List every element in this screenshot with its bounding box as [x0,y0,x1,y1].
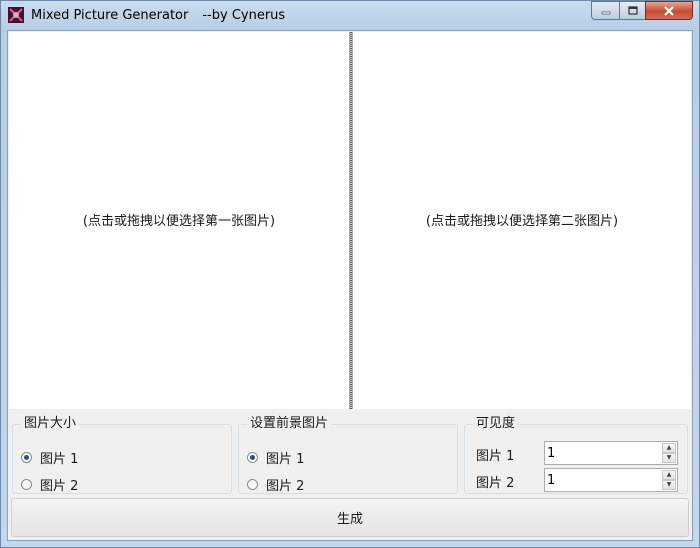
visibility-2-up-button[interactable]: ▲ [662,470,676,480]
maximize-icon [627,6,638,15]
window-title-author: --by Cynerus [202,8,286,23]
second-picture-hint: (点击或拖拽以便选择第二张图片) [425,213,619,229]
minimize-icon [601,11,610,14]
first-picture-hint: (点击或拖拽以便选择第一张图片) [82,213,276,229]
visibility-2-spinbox[interactable]: ▲ ▼ [544,468,678,492]
foreground-option-1-label: 图片 1 [266,452,305,467]
client-area: (点击或拖拽以便选择第一张图片) (点击或拖拽以便选择第二张图片) 图片大小 图… [7,30,693,541]
size-option-2-radio[interactable] [21,479,32,490]
visibility-1-up-button[interactable]: ▲ [662,443,676,453]
close-button[interactable] [645,1,693,20]
minimize-button[interactable] [591,1,619,20]
visibility-1-spinbox[interactable]: ▲ ▼ [544,441,678,465]
foreground-option-2[interactable]: 图片 2 [247,475,304,494]
foreground-option-2-label: 图片 2 [266,479,305,494]
foreground-option-2-radio[interactable] [247,479,258,490]
app-window: Mixed Picture Generator --by Cynerus (点击或… [0,0,700,548]
visibility-label-2: 图片 2 [476,476,515,491]
visibility-group-title: 可见度 [473,416,519,432]
visibility-2-down-button[interactable]: ▼ [662,480,676,490]
generate-button[interactable]: 生成 [11,498,689,537]
foreground-option-1[interactable]: 图片 1 [247,448,304,467]
visibility-label-1: 图片 1 [476,449,515,464]
size-option-2[interactable]: 图片 2 [21,475,78,494]
size-option-1-radio[interactable] [21,452,32,463]
close-icon [664,5,674,16]
foreground-group: 设置前景图片 图片 1 图片 2 [238,416,458,494]
visibility-2-input[interactable] [545,469,661,491]
second-picture-dropzone[interactable]: (点击或拖拽以便选择第二张图片) [353,32,691,409]
maximize-button[interactable] [619,1,645,20]
title-bar[interactable]: Mixed Picture Generator --by Cynerus [1,1,699,30]
window-title-name: Mixed Picture Generator [31,8,189,23]
foreground-option-1-radio[interactable] [247,452,258,463]
picture-size-group-title: 图片大小 [21,416,80,432]
foreground-group-title: 设置前景图片 [247,416,332,432]
size-option-2-label: 图片 2 [40,479,79,494]
picture-size-group: 图片大小 图片 1 图片 2 [12,416,232,494]
size-option-1-label: 图片 1 [40,452,79,467]
size-option-1[interactable]: 图片 1 [21,448,78,467]
visibility-1-down-button[interactable]: ▼ [662,453,676,463]
app-logo-icon [8,7,24,23]
visibility-group: 可见度 图片 1 ▲ ▼ 图片 2 ▲ ▼ [464,416,688,494]
first-picture-dropzone[interactable]: (点击或拖拽以便选择第一张图片) [9,32,349,409]
window-title: Mixed Picture Generator --by Cynerus [31,8,285,23]
visibility-1-input[interactable] [545,442,661,464]
